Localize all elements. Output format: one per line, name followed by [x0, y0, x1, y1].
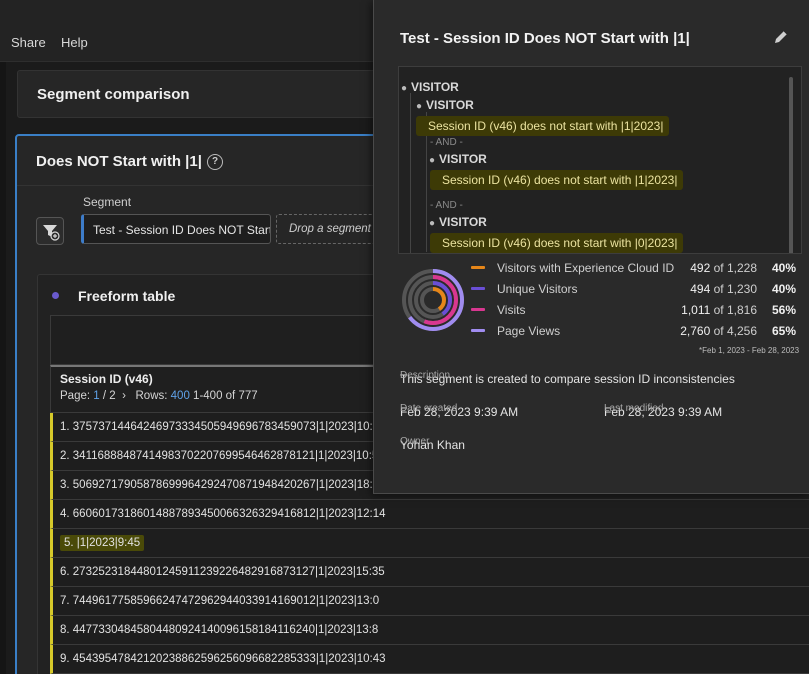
visitor-container: ● VISITOR — [416, 98, 474, 112]
metric-row: Visits 1,011 of 1,816 56% — [469, 302, 799, 323]
rows-select[interactable]: 400 — [171, 390, 190, 402]
table-row[interactable]: 4. 6606017318601488789345006632632941681… — [50, 500, 809, 529]
segment-label: Segment — [83, 195, 132, 209]
last-modified: Last modified Feb 28, 2023 9:39 AM — [604, 403, 723, 419]
description: Description This segment is created to co… — [400, 370, 735, 386]
share-menu[interactable]: Share — [11, 35, 46, 50]
table-row-highlighted[interactable]: 5. |1|2023|9:45 — [50, 529, 809, 558]
visitor-container: ● VISITOR — [429, 215, 487, 229]
person-icon: ● — [416, 101, 423, 112]
person-icon: ● — [401, 83, 408, 94]
and-operator: - AND - — [430, 200, 463, 211]
page-label: Page: — [60, 390, 91, 402]
segment-info-popover: Test - Session ID Does NOT Start with |1… — [373, 0, 809, 494]
segment-rule: Session ID (v46) does not start with |1|… — [416, 116, 670, 136]
metric-row: Unique Visitors 494 of 1,230 40% — [469, 281, 799, 302]
tree-line — [410, 93, 411, 253]
help-icon[interactable]: ? — [207, 154, 223, 170]
visitor-container: ● VISITOR — [429, 152, 487, 166]
date-created: Date created Feb 28, 2023 9:39 AM — [400, 403, 519, 419]
person-icon: ● — [429, 218, 436, 229]
owner: Owner Yohan Khan — [400, 436, 465, 452]
and-operator: - AND - — [430, 137, 463, 148]
edit-pencil-icon[interactable] — [772, 28, 790, 46]
metric-swatch — [471, 287, 485, 290]
metric-swatch — [471, 329, 485, 332]
add-filter-button[interactable] — [36, 217, 64, 245]
metric-swatch — [471, 308, 485, 311]
metric-row: Page Views 2,760 of 4,256 65% — [469, 323, 799, 344]
left-rail — [0, 62, 6, 674]
row-range: 1-400 of 777 — [193, 390, 258, 402]
freeform-dot-icon — [52, 292, 59, 299]
scrollbar[interactable] — [789, 77, 793, 253]
next-page-icon[interactable]: › — [119, 390, 132, 402]
rows-label: Rows: — [135, 390, 168, 402]
visitor-container: ● VISITOR — [401, 80, 459, 94]
metric-swatch — [471, 266, 485, 269]
segment-comparison-title: Segment comparison — [37, 86, 190, 103]
table-row[interactable]: 6. 2732523184480124591123922648291687312… — [50, 558, 809, 587]
help-menu[interactable]: Help — [61, 35, 88, 50]
page-current[interactable]: 1 — [93, 390, 99, 402]
segment-rule: Session ID (v46) does not start with |1|… — [430, 170, 684, 190]
panel-title: Does NOT Start with |1| — [36, 153, 202, 170]
table-row[interactable]: 9. 4543954784212023886259625609668228533… — [50, 645, 809, 674]
pagination: Page: 1 / 2 › Rows: 400 1-400 of 777 — [60, 390, 258, 402]
table-row[interactable]: 8. 4477330484580448092414009615818411624… — [50, 616, 809, 645]
date-range: *Feb 1, 2023 - Feb 28, 2023 — [699, 346, 800, 355]
filter-icon — [43, 225, 60, 241]
metrics-list: Visitors with Experience Cloud ID 492 of… — [469, 260, 799, 344]
popover-title: Test - Session ID Does NOT Start with |1… — [400, 30, 690, 47]
freeform-title: Freeform table — [78, 288, 176, 304]
page-total: / 2 — [102, 390, 116, 402]
metric-row: Visitors with Experience Cloud ID 492 of… — [469, 260, 799, 281]
segment-rule: Session ID (v46) does not start with |0|… — [430, 233, 684, 253]
segment-comparison-panel[interactable]: Segment comparison — [17, 70, 397, 118]
column-header-label: Session ID (v46) — [60, 372, 153, 386]
person-icon: ● — [429, 155, 436, 166]
segment-chip[interactable]: Test - Session ID Does NOT Start with |1… — [81, 214, 271, 244]
segment-definition: ● VISITOR ● VISITOR Session ID (v46) does … — [398, 66, 802, 254]
table-row[interactable]: 7. 7449617758596624747296294403391416901… — [50, 587, 809, 616]
overlap-donut-chart — [402, 269, 464, 331]
